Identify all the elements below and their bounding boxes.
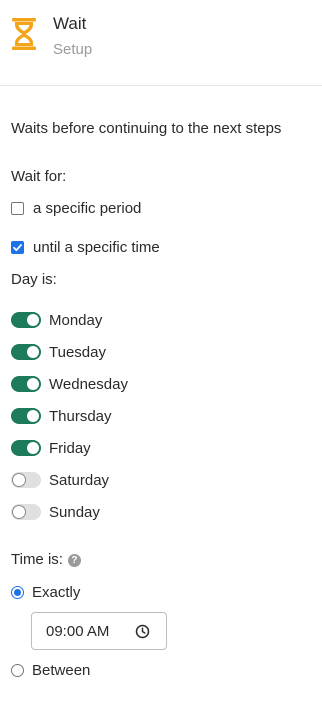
hourglass-icon	[12, 18, 36, 50]
option-specific-period[interactable]: a specific period	[11, 198, 141, 218]
toggle-switch[interactable]	[11, 440, 41, 456]
toggle-switch[interactable]	[11, 472, 41, 488]
step-subtitle: Setup	[53, 41, 93, 58]
day-label: Friday	[49, 439, 91, 457]
day-toggle-tuesday[interactable]: Tuesday	[11, 342, 106, 362]
step-description: Waits before continuing to the next step…	[11, 120, 282, 137]
toggle-switch[interactable]	[11, 408, 41, 424]
toggle-switch[interactable]	[11, 312, 41, 328]
toggle-switch[interactable]	[11, 344, 41, 360]
day-label: Saturday	[49, 471, 110, 489]
toggle-switch[interactable]	[11, 376, 41, 392]
day-toggle-monday[interactable]: Monday	[11, 310, 102, 330]
step-header: Wait Setup	[0, 0, 322, 86]
specific-time-checkbox[interactable]	[11, 240, 24, 254]
exactly-radio[interactable]	[11, 585, 24, 599]
wait-for-label: Wait for:	[11, 168, 67, 185]
checkmark-icon	[13, 243, 22, 251]
day-toggle-thursday[interactable]: Thursday	[11, 406, 112, 426]
specific-time-label: until a specific time	[33, 238, 160, 256]
time-value: 09:00 AM	[46, 622, 110, 640]
between-radio[interactable]	[11, 663, 24, 677]
day-label: Sunday	[49, 503, 100, 521]
day-toggle-sunday[interactable]: Sunday	[11, 502, 100, 522]
time-option-exactly[interactable]: Exactly	[11, 582, 80, 602]
exactly-label: Exactly	[32, 583, 81, 601]
day-toggle-wednesday[interactable]: Wednesday	[11, 374, 128, 394]
toggle-switch[interactable]	[11, 504, 41, 520]
time-is-label: Time is:?	[11, 551, 81, 568]
specific-period-label: a specific period	[33, 199, 142, 217]
day-is-label: Day is:	[11, 271, 57, 288]
day-label: Thursday	[49, 407, 112, 425]
day-label: Monday	[49, 311, 103, 329]
time-is-text: Time is:	[11, 551, 63, 568]
between-label: Between	[32, 661, 91, 679]
time-option-between[interactable]: Between	[11, 660, 90, 680]
day-toggle-friday[interactable]: Friday	[11, 438, 91, 458]
step-title: Wait	[53, 14, 87, 33]
time-input[interactable]: 09:00 AM	[31, 612, 167, 650]
option-specific-time[interactable]: until a specific time	[11, 237, 160, 257]
day-label: Tuesday	[49, 343, 106, 361]
specific-period-checkbox[interactable]	[11, 201, 24, 215]
day-label: Wednesday	[49, 375, 128, 393]
day-toggle-saturday[interactable]: Saturday	[11, 470, 109, 490]
help-icon[interactable]: ?	[67, 554, 81, 567]
clock-icon[interactable]	[135, 624, 150, 639]
